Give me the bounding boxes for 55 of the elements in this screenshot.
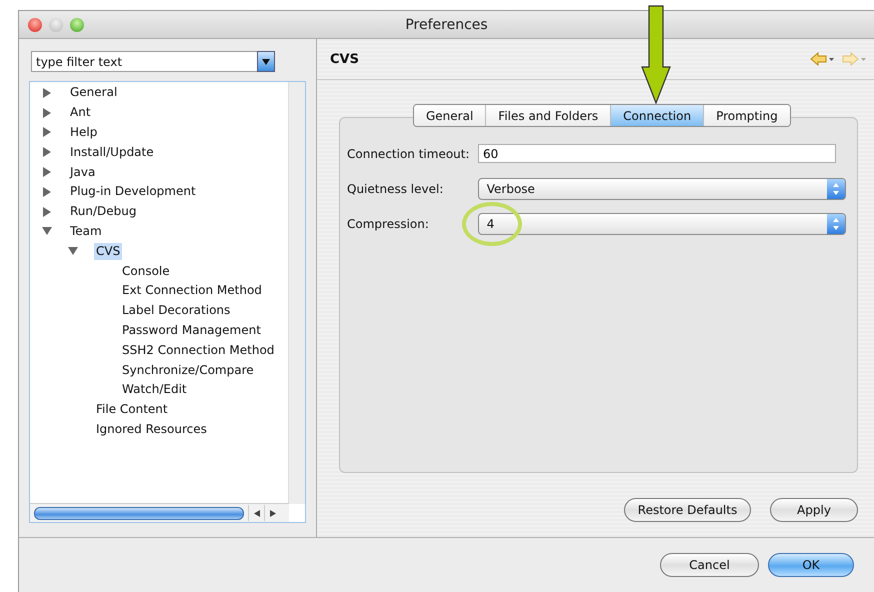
expand-triangle-icon[interactable] bbox=[42, 108, 52, 118]
tree-item[interactable]: Java bbox=[68, 164, 98, 181]
dialog-button[interactable]: OK bbox=[768, 553, 854, 577]
dialog-button[interactable]: Cancel bbox=[660, 553, 759, 577]
tree-item[interactable]: Ant bbox=[68, 104, 93, 122]
expand-triangle-icon[interactable] bbox=[42, 206, 52, 217]
tree-item[interactable]: Help bbox=[68, 124, 100, 141]
left-arrow-icon bbox=[254, 510, 260, 516]
window-title: Preferences bbox=[405, 16, 488, 32]
panel-button[interactable]: Apply bbox=[770, 498, 858, 522]
field-label: Compression: bbox=[347, 216, 430, 230]
tree-item[interactable]: Ignored Resources bbox=[94, 420, 209, 438]
expand-triangle-icon[interactable] bbox=[42, 186, 52, 197]
close-button[interactable] bbox=[28, 18, 42, 32]
field-label: Quietness level: bbox=[347, 182, 444, 196]
tree-item[interactable]: General bbox=[68, 84, 120, 102]
updown-icon bbox=[833, 218, 839, 230]
dropdown-button[interactable] bbox=[257, 51, 275, 72]
expand-triangle-icon[interactable] bbox=[42, 147, 52, 158]
vertical-scrollbar[interactable] bbox=[288, 82, 305, 504]
tree-item[interactable]: CVS bbox=[94, 242, 122, 260]
tab[interactable]: Connection bbox=[611, 105, 704, 126]
page-title: CVS bbox=[330, 52, 359, 66]
timeout-input[interactable]: 60 bbox=[478, 144, 836, 163]
tree-item[interactable]: Install/Update bbox=[68, 144, 156, 161]
caret-icon bbox=[262, 58, 270, 64]
tree-item[interactable]: Synchronize/Compare bbox=[120, 362, 256, 379]
tree-item[interactable]: Console bbox=[120, 262, 172, 280]
collapse-triangle-icon[interactable] bbox=[68, 246, 78, 256]
expand-triangle-icon[interactable] bbox=[42, 167, 52, 178]
updown-icon bbox=[833, 182, 839, 194]
tree-item[interactable]: Plug-in Development bbox=[68, 183, 198, 200]
annotation-circle bbox=[462, 202, 522, 246]
right-arrow-icon bbox=[270, 510, 276, 516]
tree-item[interactable]: Ext Connection Method bbox=[120, 282, 264, 300]
tab[interactable]: Files and Folders bbox=[486, 105, 612, 126]
tree-item[interactable]: Label Decorations bbox=[120, 302, 232, 320]
tree-item[interactable]: Password Management bbox=[120, 322, 263, 339]
dropdown[interactable]: 4 bbox=[478, 212, 846, 234]
field-label: Connection timeout: bbox=[347, 146, 471, 160]
tree-item[interactable]: Run/Debug bbox=[68, 203, 139, 220]
expand-triangle-icon[interactable] bbox=[42, 127, 52, 138]
tab[interactable]: Prompting bbox=[704, 105, 790, 126]
tree-item[interactable]: Team bbox=[68, 222, 104, 240]
tab[interactable]: General bbox=[414, 105, 486, 126]
filter-field[interactable]: type filter text bbox=[31, 51, 257, 72]
tree-item[interactable]: File Content bbox=[94, 401, 170, 418]
dropdown[interactable]: Verbose bbox=[478, 178, 846, 200]
back-button[interactable] bbox=[810, 52, 834, 66]
panel-button[interactable]: Restore Defaults bbox=[624, 498, 751, 522]
scrollbar-thumb[interactable] bbox=[34, 506, 244, 520]
collapse-triangle-icon[interactable] bbox=[42, 226, 52, 236]
tree-item[interactable]: SSH2 Connection Method bbox=[120, 342, 276, 359]
tree-item[interactable]: Watch/Edit bbox=[120, 381, 189, 398]
expand-triangle-icon[interactable] bbox=[42, 88, 52, 98]
